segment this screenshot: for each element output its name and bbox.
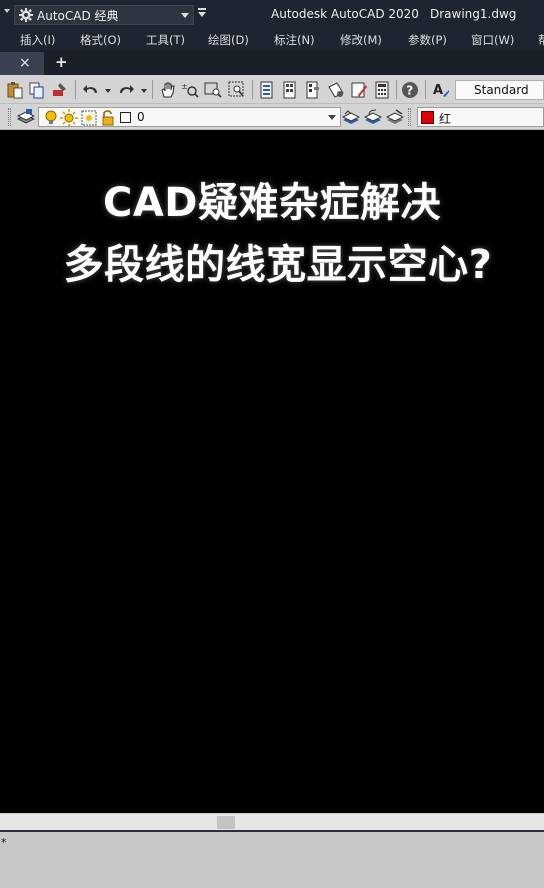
chevron-down-icon[interactable] <box>328 115 336 120</box>
pan-icon[interactable] <box>159 81 177 99</box>
quick-access-arrow-icon[interactable] <box>4 9 10 13</box>
caption-line-2: 多段线的线宽显示空心? <box>63 242 493 288</box>
chevron-down-icon[interactable] <box>181 13 189 18</box>
sun-icon[interactable] <box>60 109 78 127</box>
document-title: Drawing1.dwg <box>430 7 517 21</box>
menu-insert[interactable]: 插入(I) <box>20 32 55 48</box>
toolbar-grip[interactable] <box>8 108 11 126</box>
menu-parametric[interactable]: 参数(P) <box>408 32 447 48</box>
menu-modify[interactable]: 修改(M) <box>340 32 382 48</box>
zoom-realtime-icon[interactable]: ± <box>181 81 199 99</box>
text-style-icon[interactable]: A <box>432 81 450 99</box>
menu-format[interactable]: 格式(O) <box>80 32 121 48</box>
caption-line-1: CAD疑难杂症解决 <box>102 180 441 226</box>
scrollbar-thumb[interactable] <box>217 816 235 829</box>
undo-icon[interactable] <box>82 81 100 99</box>
workspace-switcher[interactable]: AutoCAD 经典 <box>14 5 194 25</box>
menu-help[interactable]: 帮 <box>538 32 544 48</box>
tool-palettes-icon[interactable] <box>304 81 322 99</box>
design-center-icon[interactable] <box>281 81 299 99</box>
redo-icon[interactable] <box>117 81 135 99</box>
layer-color-swatch <box>120 112 131 123</box>
text-style-select[interactable]: Standard <box>455 80 544 100</box>
freeze-icon[interactable] <box>80 109 98 127</box>
paste-icon[interactable] <box>6 81 24 99</box>
svg-text:±: ± <box>181 82 188 91</box>
file-tabs: × + <box>0 50 544 75</box>
toolbar-grip[interactable] <box>408 108 411 126</box>
calculator-icon[interactable] <box>373 81 391 99</box>
layer-state-icon[interactable] <box>386 108 404 126</box>
workspace-label: AutoCAD 经典 <box>37 8 119 23</box>
sheet-set-icon[interactable] <box>327 81 345 99</box>
svg-text:?: ? <box>406 84 413 98</box>
layer-dropdown[interactable]: 0 <box>38 107 341 127</box>
app-title: Autodesk AutoCAD 2020 <box>271 7 419 21</box>
light-bulb-icon[interactable] <box>42 109 60 127</box>
zoom-previous-icon[interactable] <box>228 81 246 99</box>
layer-properties-icon[interactable] <box>17 108 35 126</box>
menu-window[interactable]: 窗口(W) <box>471 32 514 48</box>
markup-icon[interactable] <box>350 81 368 99</box>
match-properties-icon[interactable] <box>50 81 68 99</box>
title-bar: AutoCAD 经典 Autodesk AutoCAD 2020 Drawing… <box>0 0 544 28</box>
menu-dimension[interactable]: 标注(N) <box>274 32 315 48</box>
customize-quick-access-icon[interactable] <box>197 8 207 18</box>
close-icon[interactable]: × <box>19 55 31 71</box>
drawing-canvas[interactable]: CAD疑难杂症解决 多段线的线宽显示空心? <box>0 130 544 813</box>
command-prompt: * <box>1 836 7 849</box>
menu-tools[interactable]: 工具(T) <box>146 32 185 48</box>
zoom-window-icon[interactable] <box>204 81 222 99</box>
file-tab-drawing1[interactable]: × <box>0 52 44 75</box>
current-layer-name: 0 <box>137 110 145 124</box>
gear-icon <box>18 7 34 23</box>
layer-previous-icon[interactable] <box>364 108 382 126</box>
horizontal-scrollbar[interactable] <box>0 813 544 830</box>
make-current-icon[interactable] <box>342 108 360 126</box>
command-line[interactable]: * <box>0 830 544 888</box>
new-tab-icon[interactable]: + <box>55 54 68 70</box>
copy-icon[interactable] <box>28 81 46 99</box>
menu-bar: 插入(I) 格式(O) 工具(T) 绘图(D) 标注(N) 修改(M) 参数(P… <box>0 28 544 50</box>
color-swatch <box>421 111 434 124</box>
current-color-name: 红 <box>439 112 452 126</box>
help-icon[interactable]: ? <box>401 81 419 99</box>
svg-text:A: A <box>433 83 443 98</box>
lock-icon[interactable] <box>99 109 117 127</box>
properties-icon[interactable] <box>258 81 276 99</box>
menu-draw[interactable]: 绘图(D) <box>208 32 249 48</box>
color-dropdown[interactable]: 红 <box>417 107 544 127</box>
standard-toolbar: ± ? A Standard <box>0 75 544 104</box>
layers-toolbar: 0 红 <box>0 104 544 130</box>
